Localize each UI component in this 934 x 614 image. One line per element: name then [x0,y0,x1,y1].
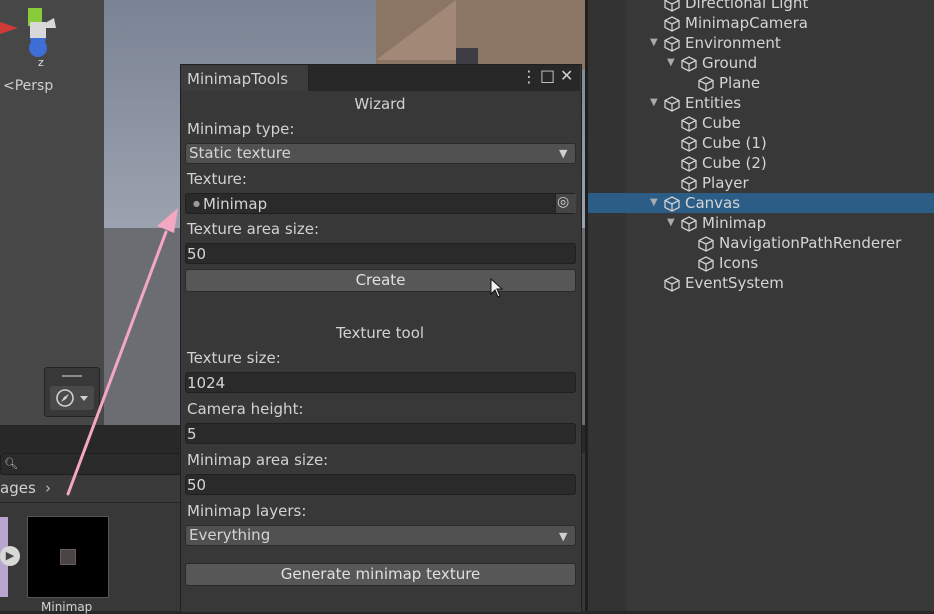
hierarchy-item-label: Cube (2) [702,154,767,172]
gameobject-cube-icon [681,156,697,172]
target-icon: ◎ [557,194,570,210]
hierarchy-item[interactable]: ▼ Entities [588,93,934,113]
gameobject-cube-icon [664,96,680,112]
hierarchy-item[interactable]: Icons [588,253,934,273]
gameobject-cube-icon [681,116,697,132]
gameobject-cube-icon [698,256,714,272]
hierarchy-item[interactable]: EventSystem [588,273,934,293]
expand-triangle-icon[interactable]: ▼ [650,193,658,213]
wizard-section-title: Wizard [354,95,406,113]
chevron-down-icon: ▼ [559,147,568,160]
search-icon: 🔍︎ [4,457,18,470]
gameobject-cube-icon [681,56,697,72]
texture-label: Texture: [187,170,247,188]
breadcrumb-item[interactable]: ages [0,479,36,497]
minimap-layers-value: Everything [189,526,271,544]
texture-tool-section-title: Texture tool [335,324,425,342]
hierarchy-item[interactable]: Cube [588,113,934,133]
texture-size-value: 1024 [187,374,226,392]
gameobject-cube-icon [681,136,697,152]
play-icon[interactable]: ▶ [0,546,20,566]
hierarchy-item[interactable]: Cube (1) [588,133,934,153]
hierarchy-item-label: MinimapCamera [685,14,808,32]
gameobject-cube-icon [664,36,680,52]
gameobject-cube-icon [681,216,697,232]
asset-label: Minimap [41,600,93,614]
hierarchy-item-label: Plane [719,74,761,92]
hierarchy-item-label: NavigationPathRenderer [719,234,902,252]
gameobject-cube-icon [698,76,714,92]
hierarchy-item-label: Cube (1) [702,134,767,152]
hierarchy-item-label: EventSystem [685,274,784,292]
texture-field-value: Minimap [203,195,268,213]
texture-size-label: Texture size: [187,349,281,367]
hierarchy-item-label: Environment [685,34,781,52]
gizmo-axis-label: z [38,56,44,69]
texture-preview [60,549,76,565]
gameobject-cube-icon [698,236,714,252]
minimap-area-size-input[interactable] [185,474,576,495]
create-button[interactable]: Create [185,269,576,292]
generate-minimap-texture-button[interactable]: Generate minimap texture [185,563,576,586]
hierarchy-item-label: Canvas [685,194,741,212]
gameobject-cube-icon [681,176,697,192]
gameobject-cube-icon [664,16,680,32]
close-icon[interactable]: ✕ [560,66,573,85]
more-options-icon[interactable]: ⋮ [521,67,537,86]
chevron-right-icon: › [45,479,51,497]
hierarchy-item[interactable]: Player [588,173,934,193]
hierarchy-item[interactable]: MinimapCamera [588,13,934,33]
maximize-icon[interactable]: □ [540,66,555,85]
hierarchy-item-label: Entities [685,94,742,112]
project-search-input[interactable] [0,453,182,475]
gameobject-cube-icon [664,0,680,12]
camera-height-value: 5 [187,425,197,443]
camera-height-label: Camera height: [187,400,304,418]
minimap-area-size-value: 50 [187,476,207,494]
expand-triangle-icon[interactable]: ▼ [667,53,675,73]
texture-asset-icon: ● [193,199,200,208]
hierarchy-item[interactable]: Directional Light [588,0,934,13]
hierarchy-item-label: Icons [719,254,759,272]
hierarchy-item[interactable]: Plane [588,73,934,93]
hierarchy-item-label: Ground [702,54,758,72]
texture-area-size-value: 50 [187,245,207,263]
gameobject-cube-icon [664,196,680,212]
tab-label: MinimapTools [187,70,289,88]
scene-nav-overlay[interactable] [44,367,100,417]
compass-dropdown-button[interactable] [50,386,94,410]
hierarchy-item[interactable]: ▼ Canvas [588,193,934,213]
mouse-cursor-icon [490,278,504,298]
projection-toggle[interactable]: <Persp [3,78,53,94]
hierarchy-item[interactable]: ▼ Ground [588,53,934,73]
hierarchy-item[interactable]: ▼ Environment [588,33,934,53]
minimap-area-size-label: Minimap area size: [187,451,329,469]
expand-triangle-icon[interactable]: ▼ [667,213,675,233]
hierarchy-item-label: Minimap [702,214,767,232]
minimap-type-value: Static texture [189,144,291,162]
hierarchy-item-label: Cube [702,114,741,132]
texture-area-size-input[interactable] [185,243,576,264]
compass-icon [56,389,88,407]
texture-area-size-label: Texture area size: [187,220,320,238]
expand-triangle-icon[interactable]: ▼ [650,33,658,53]
hierarchy-item-label: Directional Light [685,0,809,12]
hierarchy-item[interactable]: NavigationPathRenderer [588,233,934,253]
minimap-layers-label: Minimap layers: [187,502,307,520]
hierarchy-item[interactable]: ▼ Minimap [588,213,934,233]
camera-height-input[interactable] [185,423,576,444]
expand-triangle-icon[interactable]: ▼ [650,93,658,113]
minimap-type-label: Minimap type: [187,120,295,138]
chevron-down-icon: ▼ [559,530,568,543]
hierarchy-item[interactable]: Cube (2) [588,153,934,173]
gameobject-cube-icon [664,276,680,292]
hierarchy-item-label: Player [702,174,749,192]
texture-size-input[interactable] [185,372,576,393]
